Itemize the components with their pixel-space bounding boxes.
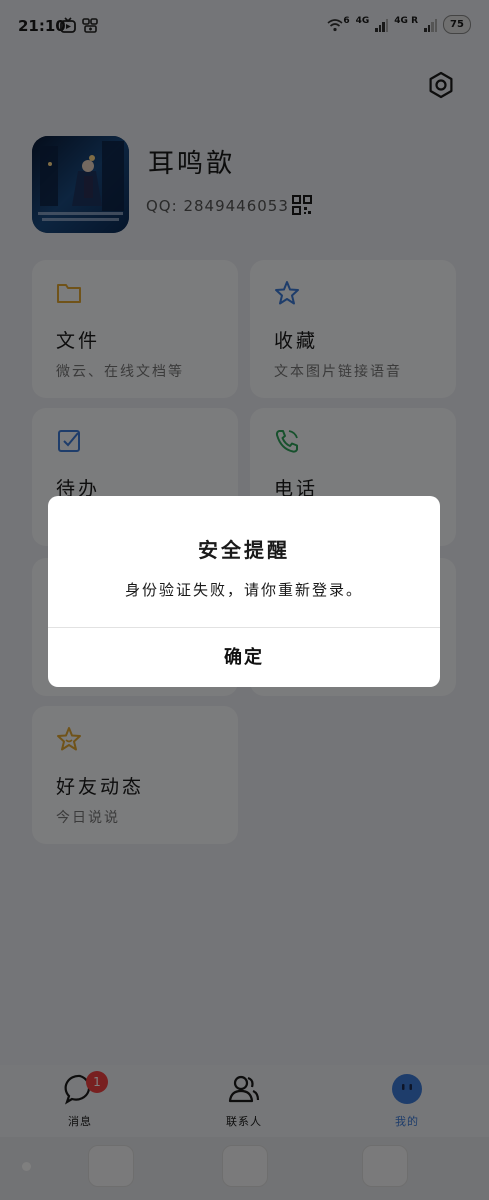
confirm-button[interactable]: 确定 — [48, 628, 440, 687]
dialog-message: 身份验证失败，请你重新登录。 — [124, 581, 363, 599]
security-alert-dialog: 安全提醒 身份验证失败，请你重新登录。 确定 — [48, 496, 440, 687]
dialog-title: 安全提醒 — [198, 538, 290, 562]
